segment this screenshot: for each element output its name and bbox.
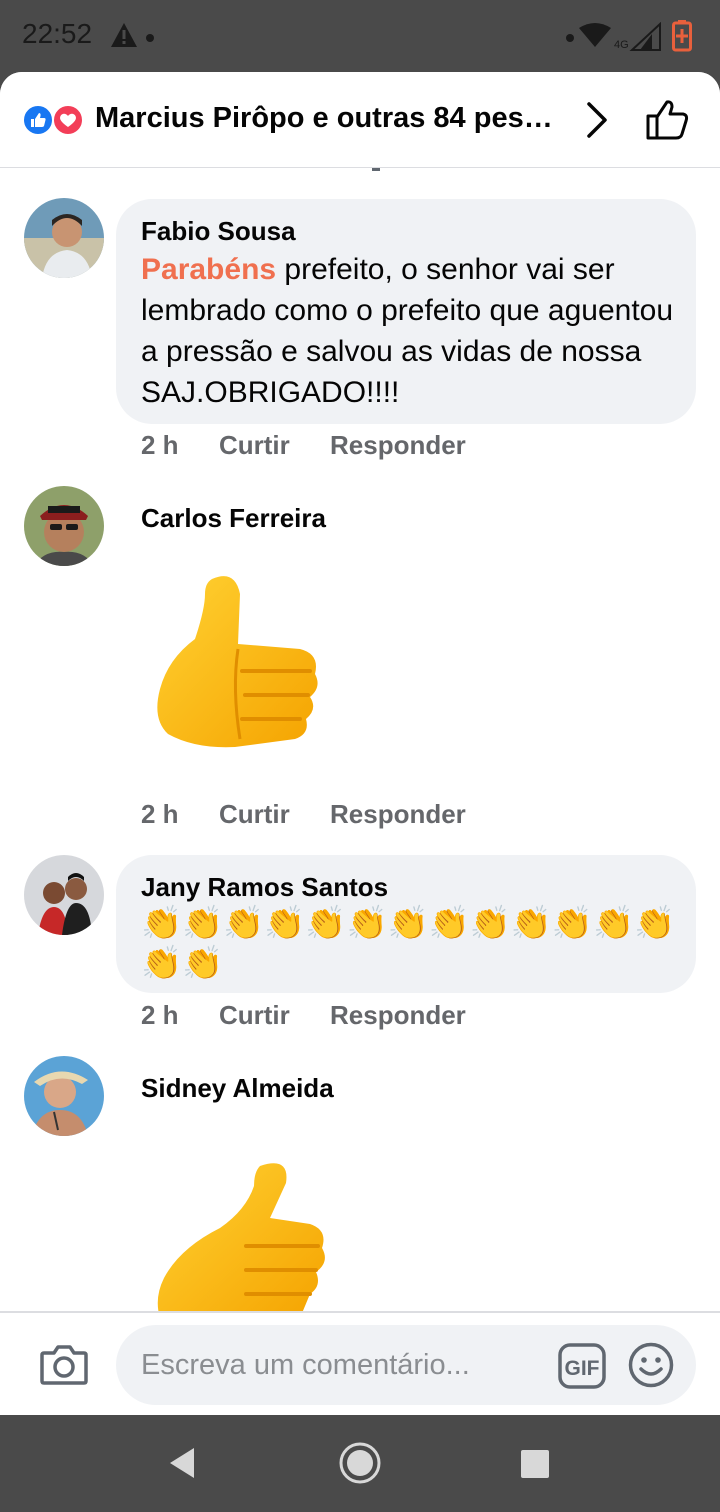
avatar[interactable] (24, 855, 104, 935)
like-comment-button[interactable]: Curtir (219, 799, 290, 830)
notification-dot (146, 34, 154, 42)
battery-charging-icon (672, 20, 692, 57)
thumbs-up-sticker[interactable] (150, 569, 330, 774)
avatar[interactable] (24, 198, 104, 278)
comment-time[interactable]: 2 h (141, 1000, 179, 1031)
avatar[interactable] (24, 1056, 104, 1136)
clapping-emoji-row: 👏👏 (141, 944, 224, 981)
avatar[interactable] (24, 486, 104, 566)
comment-input[interactable]: Escreva um comentário... GIF (116, 1325, 696, 1405)
thumbs-up-sticker[interactable] (150, 1158, 340, 1323)
comment-author[interactable]: Jany Ramos Santos (141, 872, 388, 903)
clapping-emoji-row: 👏👏👏👏👏👏👏👏👏👏👏👏👏 (141, 904, 676, 941)
comment-time[interactable]: 2 h (141, 430, 179, 461)
comment-author[interactable]: Fabio Sousa (141, 216, 296, 247)
chevron-right-icon[interactable] (584, 100, 610, 145)
warning-icon (110, 22, 138, 53)
gif-icon[interactable]: GIF (558, 1343, 606, 1394)
reply-button[interactable]: Responder (330, 799, 466, 830)
reply-button[interactable]: Responder (330, 430, 466, 461)
notification-dot (566, 34, 574, 42)
comment-placeholder[interactable]: Escreva um comentário... (141, 1349, 470, 1382)
like-comment-button[interactable]: Curtir (219, 430, 290, 461)
comment-author[interactable]: Carlos Ferreira (141, 503, 326, 534)
comment-composer: Escreva um comentário... GIF (0, 1311, 720, 1415)
comment-meta: 2 h Curtir Responder (141, 799, 541, 831)
like-post-icon[interactable] (644, 98, 690, 147)
emoji-icon[interactable] (628, 1342, 674, 1393)
comment-meta: 2 h Curtir Responder (141, 1000, 541, 1032)
reply-button[interactable]: Responder (330, 1000, 466, 1031)
like-reaction-icon (22, 104, 54, 136)
back-icon[interactable] (166, 1445, 198, 1486)
like-comment-button[interactable]: Curtir (219, 1000, 290, 1031)
love-reaction-icon (52, 104, 84, 136)
camera-icon[interactable] (40, 1343, 88, 1390)
comment-meta: 2 h Curtir Responder (141, 430, 541, 462)
scroll-indicator (372, 168, 380, 171)
reactions-summary[interactable]: Marcius Pirôpo e outras 84 pes… (95, 102, 553, 135)
network-type: 4G (614, 39, 629, 51)
system-nav-bar (0, 1415, 720, 1512)
screen: 22:52 4G Marcius Pirôpo e outras 84 pes…… (0, 0, 720, 1512)
reactions-header[interactable]: Marcius Pirôpo e outras 84 pes… (0, 72, 720, 168)
reaction-icons (22, 104, 88, 136)
comment-time[interactable]: 2 h (141, 799, 179, 830)
recents-icon[interactable] (520, 1449, 550, 1484)
gif-label: GIF (565, 1357, 600, 1380)
highlight-text[interactable]: Parabéns (141, 253, 276, 286)
status-bar: 22:52 4G (0, 0, 720, 72)
home-icon[interactable] (338, 1441, 382, 1490)
wifi-icon (578, 22, 612, 53)
comment-author[interactable]: Sidney Almeida (141, 1073, 334, 1104)
status-time: 22:52 (22, 18, 93, 49)
comments-panel: Marcius Pirôpo e outras 84 pes… Fabio So… (0, 72, 720, 1415)
comment-text: Parabéns prefeito, o senhor vai ser lemb… (141, 249, 681, 413)
signal-icon: 4G (612, 21, 662, 57)
